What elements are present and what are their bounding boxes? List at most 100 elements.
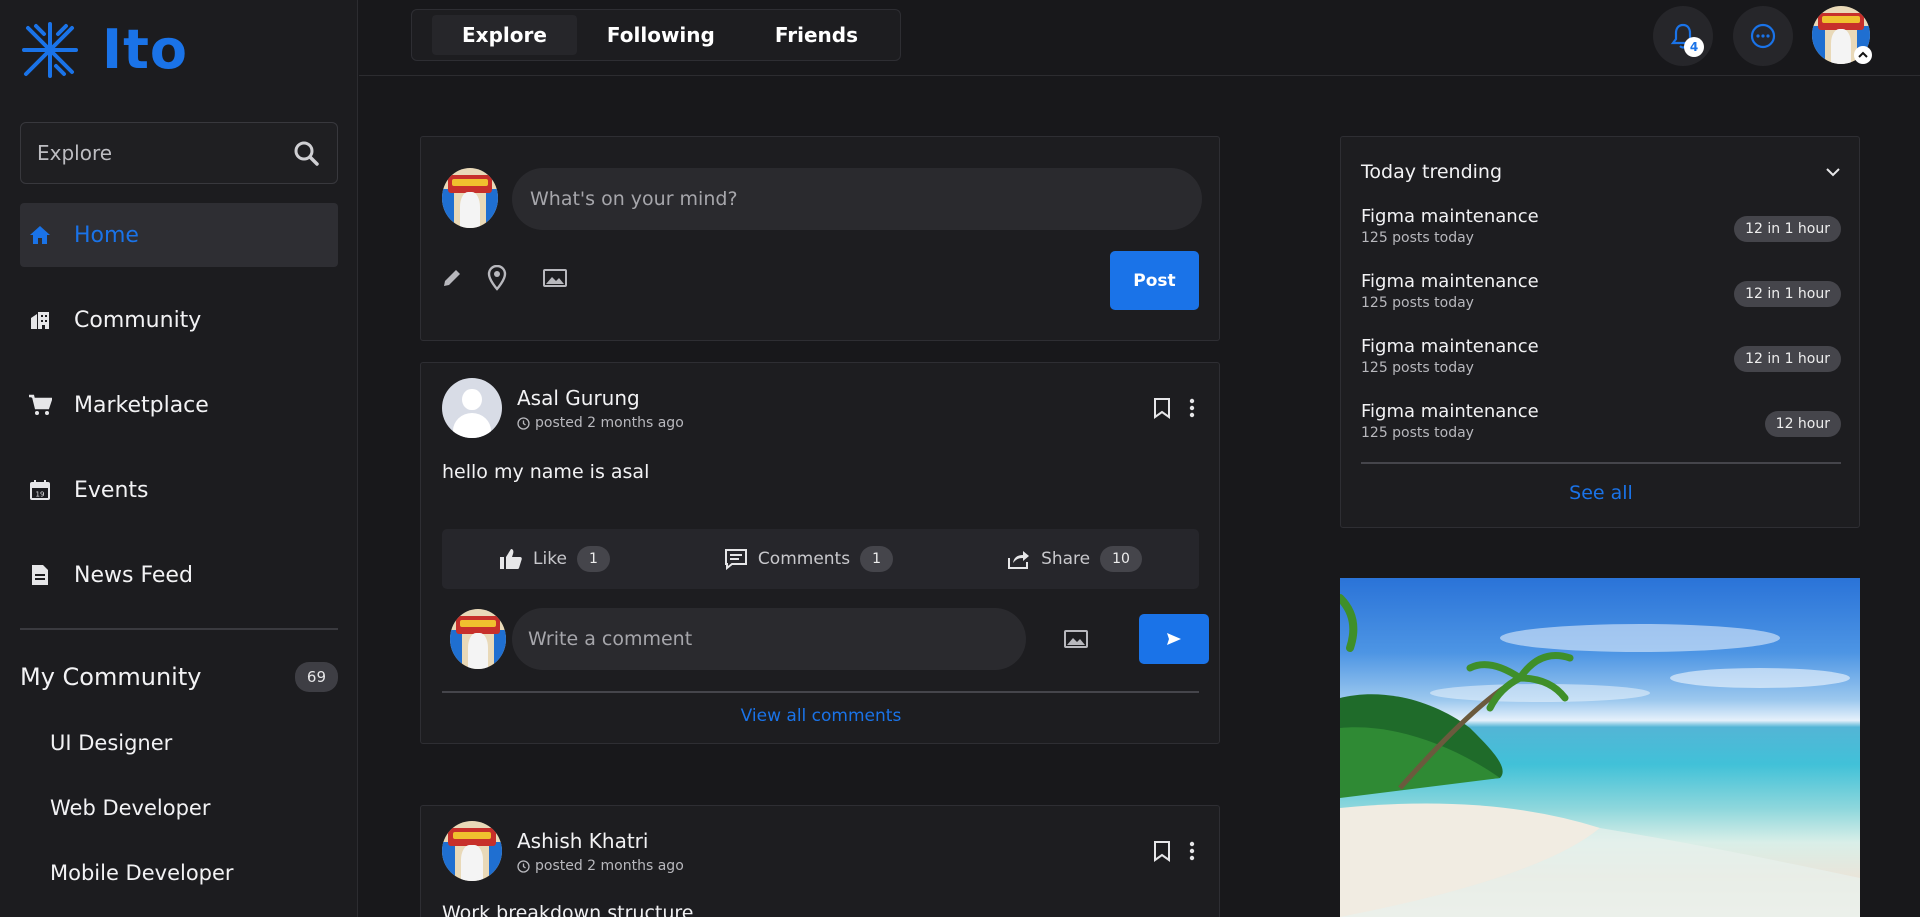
like-label: Like [533,549,567,569]
sidebar-item-marketplace[interactable]: Marketplace [20,373,338,437]
more-vertical-icon[interactable] [1189,398,1195,418]
community-item[interactable]: UI Designer [50,728,234,793]
chevron-down-icon[interactable] [1825,167,1841,177]
messages-button[interactable] [1733,6,1793,66]
tab-explore[interactable]: Explore [432,15,577,55]
post-time: posted 2 months ago [535,415,684,431]
trending-item[interactable]: Figma maintenance 125 posts today 12 hou… [1361,401,1841,453]
logo[interactable]: Ito [22,18,188,82]
sidebar-item-home[interactable]: Home [20,203,338,267]
community-list: UI Designer Web Developer Mobile Develop… [50,728,234,917]
sidebar-item-label: Events [74,477,149,503]
trending-item[interactable]: Figma maintenance 125 posts today 12 in … [1361,271,1841,323]
trending-badge: 12 in 1 hour [1734,216,1841,242]
sidebar-item-events[interactable]: 19 Events [20,458,338,522]
more-vertical-icon[interactable] [1189,841,1195,861]
comments-button[interactable]: Comments 1 [724,546,893,572]
chevron-up-icon[interactable] [1854,46,1872,64]
notifications-button[interactable]: 4 [1653,6,1713,66]
search-input[interactable] [37,141,267,165]
image-icon[interactable] [543,268,567,288]
bookmark-icon[interactable] [1153,397,1171,419]
send-comment-button[interactable] [1139,614,1209,664]
post-actions [1153,397,1195,419]
my-community-count: 69 [294,662,338,692]
sidebar-nav: Home Community Marketplace 19 Events New… [20,203,338,628]
tab-following[interactable]: Following [577,15,745,55]
community-item[interactable]: Mobile Developer [50,858,234,917]
tab-friends[interactable]: Friends [745,15,888,55]
notification-badge: 4 [1684,37,1704,57]
calendar-icon: 19 [28,478,52,502]
my-community-header[interactable]: My Community 69 [20,662,338,692]
post-meta: posted 2 months ago [517,415,684,431]
document-icon [28,563,52,587]
home-icon [28,223,52,247]
composer-avatar [442,168,498,228]
like-button[interactable]: Like 1 [499,546,610,572]
share-icon [1008,551,1030,569]
trending-panel: Today trending Figma maintenance 125 pos… [1340,136,1860,528]
bookmark-icon[interactable] [1153,840,1171,862]
post-text: Work breakdown structure [442,902,694,917]
sidebar: Ito Home Community Marketplace 19 Events… [0,0,358,917]
trending-header[interactable]: Today trending [1361,161,1841,183]
post-button[interactable]: Post [1110,251,1199,310]
trending-badge: 12 hour [1764,411,1841,437]
sidebar-item-news-feed[interactable]: News Feed [20,543,338,607]
logo-text: Ito [102,18,189,81]
clock-icon [517,416,530,430]
post-author[interactable]: Ashish Khatri [517,829,648,853]
reaction-bar: Like 1 Comments 1 Share 10 [442,529,1199,589]
image-icon[interactable] [1064,629,1088,649]
comment-input[interactable] [512,608,1026,670]
trending-item[interactable]: Figma maintenance 125 posts today 12 in … [1361,206,1841,258]
post-actions [1153,840,1195,862]
clock-icon [517,859,530,873]
top-bar: Explore Following Friends 4 [359,0,1920,76]
like-count: 1 [576,546,610,572]
trending-title: Today trending [1361,161,1503,183]
sidebar-item-community[interactable]: Community [20,288,338,352]
comments-label: Comments [757,549,851,569]
see-all-link[interactable]: See all [1341,482,1861,504]
search-icon[interactable] [293,140,319,166]
cart-icon [28,393,52,417]
comment-divider [442,691,1199,693]
thumbs-up-icon [500,549,522,569]
pencil-icon[interactable] [441,267,463,289]
share-button[interactable]: Share 10 [1007,546,1142,572]
svg-text:19: 19 [36,491,45,499]
sidebar-divider [20,628,338,630]
sidebar-item-label: Marketplace [74,392,209,418]
post-composer: Post [420,136,1220,341]
trending-divider [1361,462,1841,464]
author-avatar[interactable] [442,378,502,438]
beach-image [1340,578,1860,917]
share-label: Share [1041,549,1091,569]
trending-item[interactable]: Figma maintenance 125 posts today 12 in … [1361,336,1841,388]
post-meta: posted 2 months ago [517,858,684,874]
post-author[interactable]: Asal Gurung [517,386,640,410]
commenter-avatar [450,609,506,669]
trending-badge: 12 in 1 hour [1734,346,1841,372]
beach-illustration [1340,594,1860,917]
post-text: hello my name is asal [442,461,650,483]
share-count: 10 [1100,546,1142,572]
author-avatar[interactable] [442,821,502,881]
view-all-comments-link[interactable]: View all comments [421,706,1221,726]
sidebar-item-label: Home [74,222,139,248]
post-time: posted 2 months ago [535,858,684,874]
community-item[interactable]: Web Developer [50,793,234,858]
comment-composer [442,608,1209,670]
sidebar-item-label: Community [74,307,202,333]
community-icon [28,308,52,332]
location-icon[interactable] [487,265,507,291]
post-card: Asal Gurung posted 2 months ago hello my… [420,362,1220,744]
composer-input[interactable] [512,168,1202,230]
my-community-title: My Community [20,663,202,691]
logo-icon [22,22,78,78]
chat-icon [1750,23,1776,49]
trending-badge: 12 in 1 hour [1734,281,1841,307]
feed-tabs: Explore Following Friends [411,9,901,61]
